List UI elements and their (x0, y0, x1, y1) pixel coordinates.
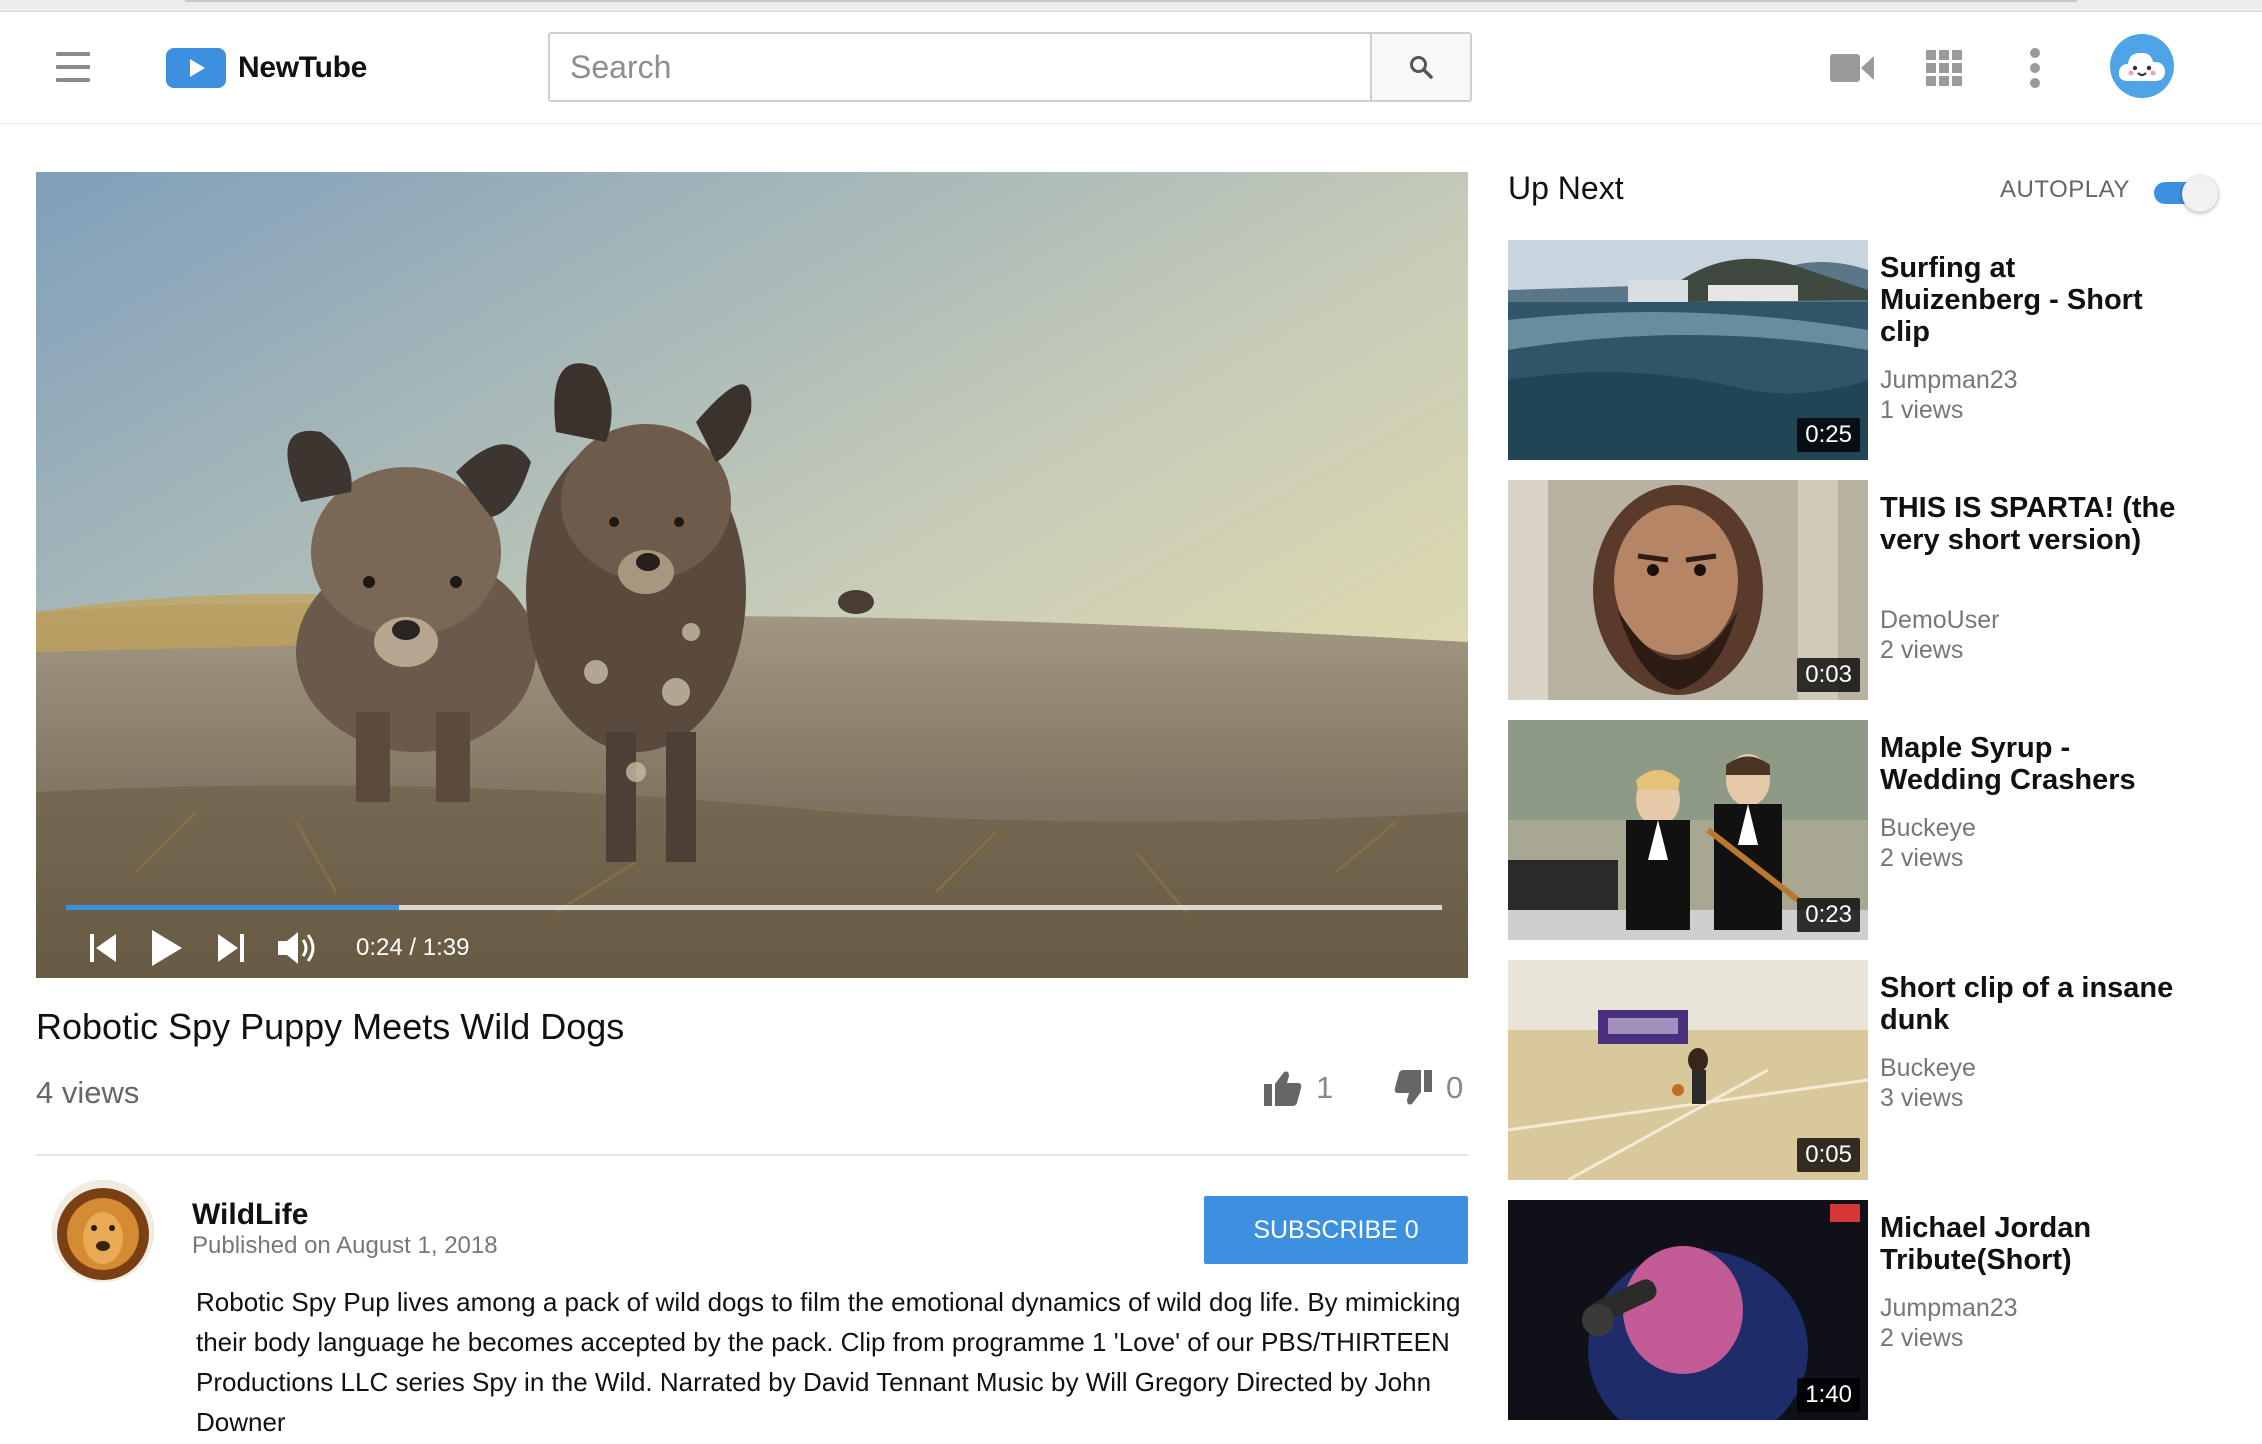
up-next-item-title: Short clip of a insane dunk (1880, 972, 2174, 1036)
duration-badge: 0:03 (1797, 658, 1860, 692)
skip-previous-icon[interactable] (90, 932, 116, 964)
apps-grid-icon[interactable] (1926, 50, 1962, 91)
play-icon[interactable] (150, 928, 184, 968)
up-next-item-title: Maple Syrup - Wedding Crashers (1880, 732, 2136, 796)
duration-badge: 1:40 (1797, 1378, 1860, 1412)
video-camera-icon[interactable] (1830, 52, 1874, 89)
dislike-count: 0 (1446, 1070, 1464, 1105)
up-next-item-views: 2 views (1880, 1324, 1964, 1352)
up-next-item[interactable]: 0:03 THIS IS SPARTA! (the very short ver… (1508, 480, 2248, 700)
skip-next-icon[interactable] (218, 932, 244, 964)
search-icon (1410, 56, 1433, 79)
view-count: 4 views (36, 1075, 140, 1110)
video-thumbnail: 0:25 (1508, 240, 1868, 460)
user-avatar[interactable] (2110, 34, 2174, 98)
up-next-item-channel: DemoUser (1880, 606, 2000, 634)
dislike-button[interactable]: 0 (1394, 1070, 1463, 1106)
up-next-item-views: 1 views (1880, 396, 1964, 424)
play-logo-icon (166, 48, 226, 88)
divider (36, 1154, 1468, 1156)
up-next-item-views: 2 views (1880, 844, 1964, 872)
channel-name[interactable]: WildLife (192, 1198, 308, 1232)
duration-badge: 0:05 (1797, 1138, 1860, 1172)
up-next-item-channel: Buckeye (1880, 814, 1976, 842)
up-next-item[interactable]: 1:40 Michael Jordan Tribute(Short) Jumpm… (1508, 1200, 2248, 1420)
up-next-item[interactable]: 0:05 Short clip of a insane dunk Buckeye… (1508, 960, 2248, 1180)
menu-icon[interactable] (56, 52, 90, 82)
up-next-item-title: Surfing at Muizenberg - Short clip (1880, 252, 2143, 348)
up-next-item[interactable]: 0:23 Maple Syrup - Wedding Crashers Buck… (1508, 720, 2248, 940)
video-frame (36, 172, 1468, 978)
duration-badge: 0:23 (1797, 898, 1860, 932)
volume-icon[interactable] (278, 930, 322, 966)
subscribe-button[interactable]: SUBSCRIBE 0 (1204, 1196, 1468, 1264)
video-description: Robotic Spy Pup lives among a pack of wi… (196, 1287, 1461, 1437)
progress-fill (66, 905, 399, 910)
video-thumbnail: 0:23 (1508, 720, 1868, 940)
app-logo[interactable]: NewTube (166, 48, 367, 88)
thumbs-down-icon (1394, 1070, 1432, 1105)
up-next-item-title: Michael Jordan Tribute(Short) (1880, 1212, 2092, 1276)
channel-avatar[interactable] (52, 1180, 154, 1282)
duration-badge: 0:25 (1797, 418, 1860, 452)
up-next-title: Up Next (1508, 170, 1624, 206)
like-button[interactable]: 1 (1264, 1070, 1333, 1106)
autoplay-toggle[interactable] (2154, 174, 2218, 212)
time-display: 0:24 / 1:39 (356, 934, 470, 961)
published-date: Published on August 1, 2018 (192, 1232, 498, 1259)
up-next-item-title: THIS IS SPARTA! (the very short version) (1880, 492, 2176, 556)
video-thumbnail: 1:40 (1508, 1200, 1868, 1420)
video-title: Robotic Spy Puppy Meets Wild Dogs (36, 1006, 625, 1047)
more-vert-icon[interactable] (2028, 48, 2042, 93)
up-next-item[interactable]: 0:25 Surfing at Muizenberg - Short clip … (1508, 240, 2248, 460)
like-count: 1 (1316, 1070, 1334, 1105)
progress-bar[interactable] (66, 905, 1442, 910)
player-controls: 0:24 / 1:39 (90, 922, 469, 974)
search-bar (548, 32, 1472, 102)
video-player[interactable]: 0:24 / 1:39 (36, 172, 1468, 978)
search-button[interactable] (1370, 34, 1470, 100)
search-input[interactable] (550, 34, 1370, 100)
browser-top-strip (0, 0, 2262, 12)
thumbs-up-icon (1264, 1071, 1302, 1106)
cloud-avatar-icon (2118, 52, 2165, 81)
video-thumbnail: 0:05 (1508, 960, 1868, 1180)
autoplay-label: AUTOPLAY (2000, 176, 2130, 203)
up-next-item-channel: Buckeye (1880, 1054, 1976, 1082)
video-thumbnail: 0:03 (1508, 480, 1868, 700)
up-next-item-channel: Jumpman23 (1880, 366, 2018, 394)
up-next-item-views: 2 views (1880, 636, 1964, 664)
up-next-item-channel: Jumpman23 (1880, 1294, 2018, 1322)
top-header: NewTube (0, 12, 2262, 124)
up-next-item-views: 3 views (1880, 1084, 1964, 1112)
app-name: NewTube (238, 51, 368, 84)
